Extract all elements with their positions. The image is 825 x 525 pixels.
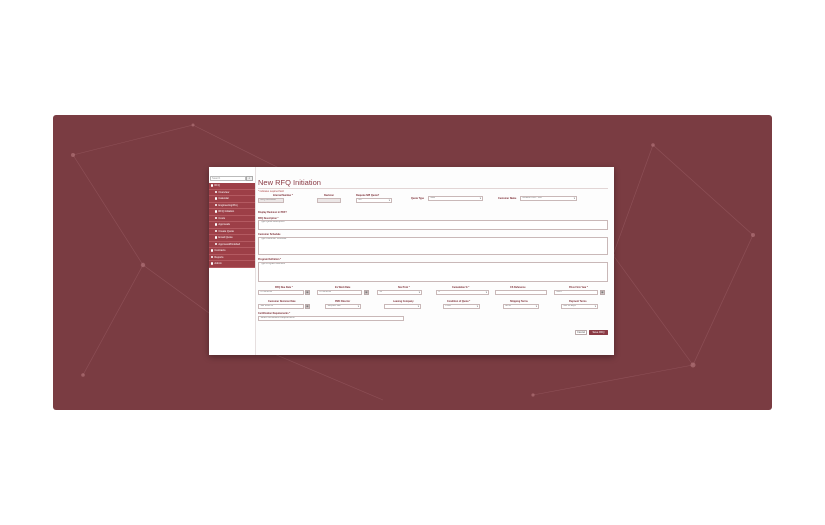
price-firm-year-label: Price Firm Year * <box>569 286 588 289</box>
sidebar-item-label: RFQ <box>214 184 220 187</box>
customer-name-select[interactable]: Amazon.com - MG <box>520 196 577 201</box>
requote-npi-label: Requote NPI Quote? <box>356 194 380 197</box>
pmc-director-label: PMC Director <box>335 300 351 303</box>
revision-field <box>317 198 341 203</box>
certification-label: Certification Requirements * <box>258 312 291 315</box>
display-revision-label: Display Revision in PDF? <box>258 211 287 214</box>
program-definition-input[interactable]: Type Program Definition <box>258 262 608 282</box>
cs-reference-label: CS Reference <box>510 286 526 289</box>
save-rfq-button[interactable]: Save RFQ <box>589 330 608 335</box>
sidebar-item-label: Engineering/Proj <box>218 203 238 207</box>
rfq-due-date-label: RFQ Due Date * <box>275 286 293 289</box>
rfq-description-input[interactable]: Type Quote Description <box>258 220 608 230</box>
condition-of-quote-select[interactable]: Price <box>443 304 480 309</box>
quote-type-label: Quote Type <box>411 197 424 200</box>
customer-name-label: Customer Name <box>498 197 517 200</box>
title-divider <box>258 188 608 189</box>
internal-number-label: Internal Number * <box>273 194 293 197</box>
sidebar-item-label: Email Quote <box>218 236 233 239</box>
search-icon: ⌕ <box>248 176 251 180</box>
program-definition-label: Program Definition * <box>258 258 282 261</box>
internal-number-field: RFQ-00-00000 <box>258 198 284 203</box>
rfq-due-date-input[interactable]: 07/12/2016 <box>258 290 304 295</box>
main-content: New RFQ Initiation * Indicates required … <box>258 167 612 355</box>
nre-prob-select[interactable]: 50 <box>377 290 422 295</box>
sidebar-item-label: Contracts <box>214 249 226 252</box>
calendar-icon: ▦ <box>306 291 309 294</box>
payment-terms-select[interactable]: Net 30 days <box>561 304 598 309</box>
sidebar-item-label: Calendar <box>218 197 229 200</box>
required-note: * Indicates required field <box>258 190 284 193</box>
price-firm-year-calendar-button[interactable]: ▦ <box>600 290 605 295</box>
shipping-terms-select[interactable]: EXW <box>503 304 539 309</box>
cumulative-select[interactable]: 0 <box>436 290 489 295</box>
nre-prob-label: Nre Prob * <box>398 286 410 289</box>
payment-terms-label: Payment Terms <box>569 300 587 303</box>
background-panel: Search ⌕ RFQ Overview Calendar Engineering/… <box>53 115 772 410</box>
condition-of-quote-label: Condition of Quote * <box>447 300 471 303</box>
price-firm-year-input[interactable]: 2016 <box>554 290 598 295</box>
sidebar-item-label: RFQ Initiation <box>218 210 235 213</box>
calendar-icon: ▦ <box>306 305 309 308</box>
cancel-button[interactable]: Cancel <box>575 330 587 335</box>
sidebar-item-label: Create Quote <box>218 229 234 233</box>
quote-type-select[interactable]: New <box>428 196 483 201</box>
customer-decision-date-label: Customer Decision Date <box>268 300 296 303</box>
shipping-terms-label: Shipping Terms <box>510 300 528 303</box>
ex-work-date-label: Ex Work Date <box>335 286 351 289</box>
ex-work-date-calendar-button[interactable]: ▦ <box>364 290 369 295</box>
sidebar-item-label: Approvals <box>218 223 230 226</box>
sidebar-item-label: Reports <box>214 255 224 259</box>
sidebar-item-admin[interactable]: Admin <box>209 261 255 268</box>
calendar-icon: ▦ <box>601 291 604 294</box>
customer-schedule-input[interactable]: Type Customer Schedule <box>258 237 608 255</box>
sidebar: Search ⌕ RFQ Overview Calendar Engineering/… <box>209 167 256 355</box>
customer-decision-date-input[interactable]: Jan 2016 01 <box>258 304 304 309</box>
cumulative-label: Cumulative % * <box>452 286 470 289</box>
customer-schedule-label: Customer Schedule <box>258 233 281 236</box>
calendar-icon: ▦ <box>365 291 368 294</box>
rfq-due-date-calendar-button[interactable]: ▦ <box>305 290 310 295</box>
revision-label: Revision <box>324 194 334 197</box>
pmc-director-select[interactable]: Stephen Lee <box>325 304 361 309</box>
leasing-company-label: Leasing Company <box>393 300 414 303</box>
requote-npi-select[interactable]: No <box>356 198 392 203</box>
app-window: Search ⌕ RFQ Overview Calendar Engineering/… <box>209 167 614 355</box>
cs-reference-input[interactable] <box>495 290 547 295</box>
leasing-company-select[interactable] <box>384 304 421 309</box>
sidebar-item-label: Overview <box>218 190 230 194</box>
search-input[interactable]: Search <box>210 176 246 181</box>
customer-decision-date-calendar-button[interactable]: ▦ <box>305 304 310 309</box>
sidebar-item-label: Costs <box>218 216 226 220</box>
sidebar-item-label: Approved/Finished <box>218 242 241 246</box>
certification-input[interactable]: Select Certification Requirements <box>258 316 404 321</box>
page-title: New RFQ Initiation <box>258 178 321 187</box>
ex-work-date-input[interactable]: 07/12/2016 <box>317 290 362 295</box>
search-button[interactable]: ⌕ <box>246 176 253 181</box>
sidebar-item-label: Admin <box>214 262 222 265</box>
